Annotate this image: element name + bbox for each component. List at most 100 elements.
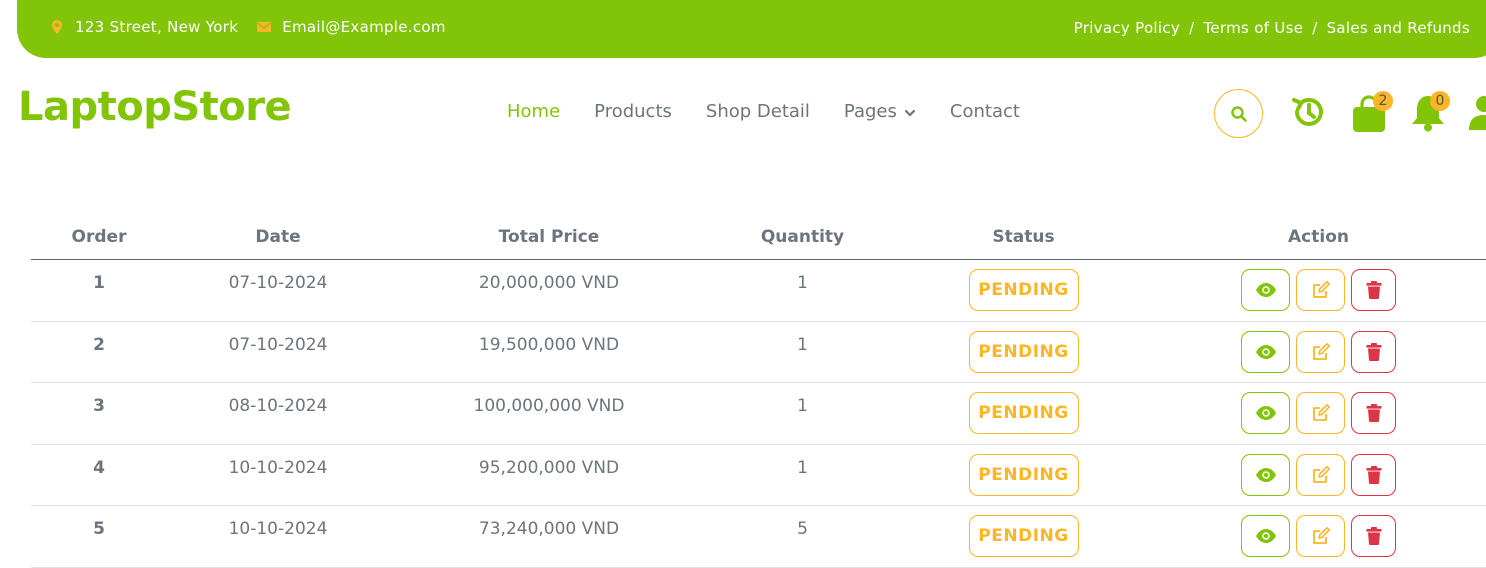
- cart-count-badge: 2: [1373, 91, 1393, 111]
- view-order-button[interactable]: [1241, 392, 1290, 434]
- email-text[interactable]: Email@Example.com: [282, 18, 446, 36]
- order-number: 3: [93, 396, 105, 416]
- privacy-policy-link[interactable]: Privacy Policy: [1074, 19, 1180, 37]
- search-icon: [1230, 105, 1247, 122]
- edit-order-button[interactable]: [1296, 330, 1345, 373]
- address-item: 123 Street, New York: [49, 18, 238, 36]
- header-action: Action: [1288, 226, 1349, 247]
- table-row: 2 07-10-2024 19,500,000 VND 1 PENDING: [31, 322, 1486, 383]
- order-quantity: 1: [797, 396, 808, 416]
- trash-icon: [1366, 404, 1381, 422]
- chevron-down-icon: [904, 109, 915, 117]
- status-cell: PENDING: [896, 260, 1151, 311]
- order-total-price: 95,200,000 VND: [478, 457, 620, 478]
- trash-icon: [1366, 281, 1381, 299]
- header-quantity: Quantity: [760, 226, 845, 247]
- status-cell: PENDING: [896, 445, 1151, 496]
- action-cell: [1151, 322, 1486, 373]
- order-total-price: 19,500,000 VND: [478, 334, 620, 355]
- status-cell: PENDING: [896, 506, 1151, 557]
- edit-order-button[interactable]: [1296, 392, 1345, 434]
- nav-products[interactable]: Products: [594, 101, 672, 122]
- order-quantity: 1: [797, 457, 808, 478]
- nav-home[interactable]: Home: [507, 101, 560, 122]
- edit-icon: [1312, 404, 1330, 421]
- header-order: Order: [71, 226, 127, 247]
- separator: /: [1189, 19, 1195, 37]
- cart-button[interactable]: 2: [1352, 91, 1393, 133]
- eye-icon: [1255, 406, 1276, 420]
- terms-of-use-link[interactable]: Terms of Use: [1203, 19, 1303, 37]
- action-cell: [1151, 260, 1486, 311]
- edit-icon: [1312, 527, 1330, 544]
- view-order-button[interactable]: [1241, 330, 1290, 373]
- table-row: 4 10-10-2024 95,200,000 VND 1 PENDING: [31, 445, 1486, 506]
- table-header: Order Date Total Price Quantity Status A…: [31, 214, 1486, 260]
- order-quantity: 1: [797, 273, 808, 293]
- delete-order-button[interactable]: [1351, 392, 1396, 434]
- edit-order-button[interactable]: [1296, 269, 1345, 311]
- eye-icon: [1255, 344, 1276, 359]
- trash-icon: [1366, 465, 1381, 484]
- eye-icon: [1255, 529, 1276, 543]
- status-cell: PENDING: [896, 383, 1151, 434]
- action-cell: [1151, 445, 1486, 496]
- header-total-price: Total Price: [498, 226, 600, 247]
- separator: /: [1312, 19, 1318, 37]
- status-cell: PENDING: [896, 322, 1151, 373]
- edit-order-button[interactable]: [1296, 453, 1345, 496]
- view-order-button[interactable]: [1241, 269, 1290, 311]
- sales-refunds-link[interactable]: Sales and Refunds: [1327, 19, 1470, 37]
- header-date: Date: [255, 226, 301, 247]
- envelope-icon: [257, 22, 272, 32]
- table-row: 5 10-10-2024 73,240,000 VND 5 PENDING: [31, 506, 1486, 568]
- edit-order-button[interactable]: [1296, 515, 1345, 557]
- order-date: 10-10-2024: [228, 457, 328, 478]
- order-history-icon[interactable]: [1290, 93, 1328, 131]
- email-item[interactable]: Email@Example.com: [256, 18, 446, 36]
- address-text: 123 Street, New York: [75, 18, 239, 36]
- order-date: 08-10-2024: [228, 396, 328, 416]
- edit-icon: [1312, 281, 1330, 298]
- topbar: 123 Street, New York Email@Example.com P…: [17, 0, 1486, 58]
- status-badge: PENDING: [968, 392, 1079, 434]
- view-order-button[interactable]: [1241, 515, 1290, 557]
- user-icon[interactable]: [1468, 94, 1486, 132]
- nav-contact[interactable]: Contact: [950, 101, 1020, 122]
- order-number: 2: [93, 334, 105, 355]
- action-cell: [1151, 506, 1486, 557]
- order-total-price: 20,000,000 VND: [478, 273, 620, 293]
- status-badge: PENDING: [968, 330, 1079, 373]
- orders-table: Order Date Total Price Quantity Status A…: [31, 214, 1486, 568]
- notifications-count-badge: 0: [1430, 91, 1450, 111]
- table-body: 1 07-10-2024 20,000,000 VND 1 PENDING 2 07-10-…: [31, 260, 1486, 568]
- nav-pages[interactable]: Pages: [844, 101, 916, 122]
- delete-order-button[interactable]: [1351, 453, 1396, 496]
- action-cell: [1151, 383, 1486, 434]
- order-number: 1: [93, 273, 105, 293]
- eye-icon: [1255, 283, 1276, 297]
- order-total-price: 100,000,000 VND: [473, 396, 625, 416]
- delete-order-button[interactable]: [1351, 515, 1396, 557]
- order-quantity: 1: [797, 334, 808, 355]
- brand-logo[interactable]: LaptopStore: [18, 84, 292, 130]
- edit-icon: [1312, 465, 1330, 483]
- status-badge: PENDING: [968, 453, 1079, 496]
- delete-order-button[interactable]: [1351, 269, 1396, 311]
- order-date: 07-10-2024: [228, 273, 328, 293]
- notifications-button[interactable]: 0: [1410, 91, 1450, 133]
- trash-icon: [1366, 342, 1381, 361]
- status-badge: PENDING: [968, 515, 1079, 557]
- status-badge: PENDING: [968, 269, 1079, 311]
- table-row: 1 07-10-2024 20,000,000 VND 1 PENDING: [31, 260, 1486, 322]
- delete-order-button[interactable]: [1351, 330, 1396, 373]
- nav-shop-detail[interactable]: Shop Detail: [706, 101, 810, 122]
- main-nav: Home Products Shop Detail Pages Contact: [507, 101, 1054, 122]
- eye-icon: [1255, 467, 1276, 482]
- view-order-button[interactable]: [1241, 453, 1290, 496]
- nav-pages-label: Pages: [843, 101, 897, 122]
- trash-icon: [1366, 527, 1381, 545]
- search-button[interactable]: [1214, 89, 1263, 138]
- order-number: 4: [93, 457, 105, 478]
- map-marker-icon: [52, 20, 62, 34]
